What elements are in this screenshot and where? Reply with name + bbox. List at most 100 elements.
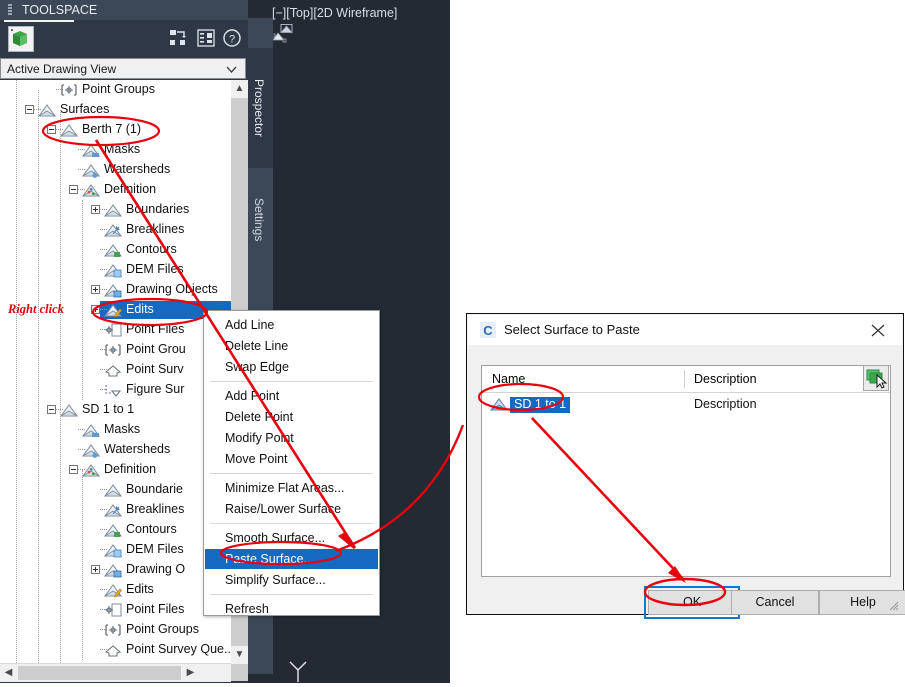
menu-item-delete-point[interactable]: Delete Point: [205, 407, 378, 427]
list-header: Name Description: [482, 366, 890, 393]
menu-item-raise-lower-surface[interactable]: Raise/Lower Surface: [205, 499, 378, 519]
tree-node-label: Point Groups: [82, 82, 155, 96]
grip-dots-icon[interactable]: [8, 4, 12, 16]
boundary-icon: [103, 202, 123, 218]
list-item-name[interactable]: SD 1 to 1: [510, 397, 571, 413]
menu-item-label: Move Point: [225, 452, 288, 466]
menu-item-modify-point[interactable]: Modify Point: [205, 428, 378, 448]
menu-item-swap-edge[interactable]: Swap Edge: [205, 357, 378, 377]
tree-node-label: Drawing Objects: [126, 282, 218, 296]
collapse-icon[interactable]: [47, 405, 56, 414]
scroll-left-icon[interactable]: ◀: [0, 664, 17, 682]
scroll-down-icon[interactable]: ▼: [231, 646, 248, 664]
surface-list[interactable]: Name Description SD 1 to 1 Description: [481, 365, 891, 577]
tab-settings[interactable]: Settings: [245, 170, 273, 270]
drawing-object-icon: [103, 282, 123, 298]
tree-node-label: Definition: [104, 462, 157, 476]
tab-strip-filler: [245, 272, 273, 292]
list-item[interactable]: SD 1 to 1 Description: [482, 394, 890, 416]
tab-prospector[interactable]: Prospector: [245, 48, 273, 168]
ucs-axis-icon: [285, 660, 311, 684]
collapse-icon[interactable]: [47, 125, 56, 134]
point-survey-icon: [104, 362, 122, 378]
prospector-tree[interactable]: Point Groups Surfaces Berth 7 (1) Masks Wate…: [0, 80, 231, 663]
tree-node-label: Boundarie: [126, 482, 183, 496]
menu-item-minimize-flat-areas[interactable]: Minimize Flat Areas...: [205, 478, 378, 498]
breakline-icon: [103, 502, 123, 518]
menu-item-simplify-surface[interactable]: Simplify Surface...: [205, 570, 378, 590]
menu-separator: [210, 594, 373, 595]
tree-guide-line-0: [16, 80, 18, 663]
menu-item-paste-surface[interactable]: Paste Surface...: [205, 549, 378, 569]
menu-separator: [210, 523, 373, 524]
menu-item-label: Add Line: [225, 318, 275, 332]
tree-node-label: Definition: [104, 182, 157, 196]
tree-guide-line-2: [60, 110, 62, 663]
list-item-description[interactable]: Description: [694, 397, 757, 411]
tree-node-label: Point Surv: [126, 362, 184, 376]
tree-node-label: Masks: [104, 142, 141, 156]
watershed-icon: [81, 162, 101, 178]
column-header-name[interactable]: Name: [492, 372, 525, 386]
tree-horizontal-scrollbar[interactable]: ◀ ▶: [0, 663, 231, 682]
tree-node-label: Point Grou: [126, 342, 186, 356]
hscroll-thumb[interactable]: [18, 666, 181, 680]
scroll-up-icon[interactable]: ▲: [231, 80, 248, 98]
menu-item-delete-line[interactable]: Delete Line: [205, 336, 378, 356]
menu-item-refresh[interactable]: Refresh: [205, 599, 378, 619]
active-view-tab-indicator: [4, 20, 74, 22]
tree-node-label: Edits: [126, 582, 154, 596]
surface-edits-context-menu[interactable]: Add Line Delete Line Swap Edge Add Point Del…: [203, 310, 380, 616]
surface-object-icon: [271, 24, 294, 44]
column-header-description[interactable]: Description: [694, 372, 757, 386]
menu-item-label: Add Point: [225, 389, 280, 403]
surface-icon: [489, 397, 509, 413]
expand-icon[interactable]: [91, 205, 100, 214]
collapse-icon[interactable]: [69, 185, 78, 194]
point-group-icon: [104, 342, 122, 358]
collapse-icon[interactable]: [69, 465, 78, 474]
palette-titlebar[interactable]: TOOLSPACE: [0, 0, 248, 20]
dem-file-icon: [103, 262, 123, 278]
menu-item-smooth-surface[interactable]: Smooth Surface...: [205, 528, 378, 548]
close-icon[interactable]: [860, 317, 896, 343]
cancel-button[interactable]: Cancel: [731, 590, 819, 615]
resize-grip-icon[interactable]: [889, 600, 899, 611]
help-icon[interactable]: ?: [222, 28, 242, 48]
item-view-icon[interactable]: [196, 28, 216, 48]
ok-button[interactable]: OK: [648, 590, 736, 615]
tree-node-label: Contours: [126, 522, 177, 536]
pick-from-screen-icon[interactable]: [863, 365, 889, 391]
point-group-icon: [104, 622, 122, 638]
definition-icon: [81, 462, 101, 478]
menu-item-add-line[interactable]: Add Line: [205, 315, 378, 335]
column-divider[interactable]: [684, 370, 685, 388]
edits-icon: [103, 302, 123, 318]
expand-icon[interactable]: [91, 285, 100, 294]
point-group-icon: [60, 82, 78, 98]
tree-node-label: Masks: [104, 422, 141, 436]
expand-icon[interactable]: [91, 305, 100, 314]
surface-icon: [37, 102, 57, 118]
menu-item-move-point[interactable]: Move Point: [205, 449, 378, 469]
view-selector-dropdown[interactable]: Active Drawing View: [0, 58, 246, 79]
menu-item-label: Delete Line: [225, 339, 289, 353]
expand-tree-icon[interactable]: [168, 28, 188, 48]
menu-item-add-point[interactable]: Add Point: [205, 386, 378, 406]
surface-icon: [59, 122, 79, 138]
menu-item-label: Refresh: [225, 602, 269, 616]
annotation-right-click-label: Right click: [8, 302, 64, 316]
tree-node-label: SD 1 to 1: [82, 402, 135, 416]
collapse-icon[interactable]: [25, 105, 34, 114]
dialog-titlebar[interactable]: C Select Surface to Paste: [468, 315, 902, 345]
scroll-right-icon[interactable]: ▶: [182, 664, 199, 682]
tree-node-label: DEM Files: [126, 542, 184, 556]
tree-node-label: Breaklines: [126, 502, 185, 516]
expand-icon[interactable]: [91, 565, 100, 574]
page-title: TOOLSPACE: [22, 3, 98, 17]
tree-node-label: Breaklines: [126, 222, 185, 236]
drawing-object-icon: [103, 562, 123, 578]
drawing-document-icon[interactable]: [8, 26, 34, 52]
tree-node-label: Drawing O: [126, 562, 186, 576]
tree-node-label: Watersheds: [104, 162, 171, 176]
